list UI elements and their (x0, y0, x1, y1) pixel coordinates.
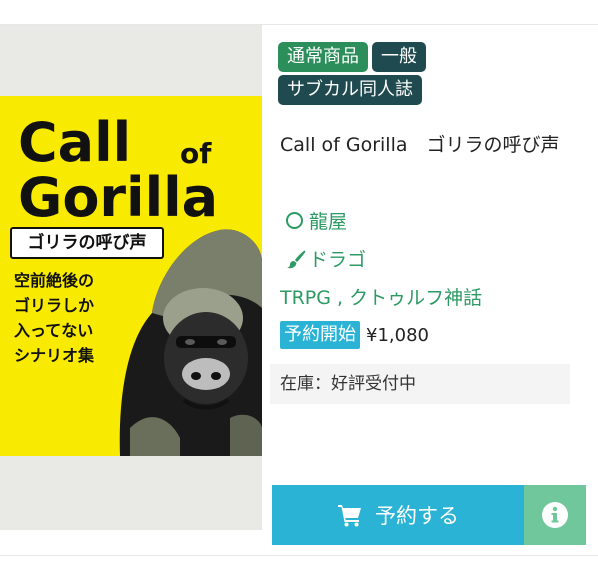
cover-blurb-line: ゴリラしか (14, 296, 95, 315)
cover-blurb-line: 入ってない (14, 321, 94, 340)
cover-blurb: 空前絶後の ゴリラしか 入ってない シナリオ集 (14, 268, 122, 368)
price: ¥1,080 (366, 324, 429, 346)
gorilla-illustration (119, 229, 262, 456)
price-row: 予約開始 ¥1,080 (280, 321, 429, 349)
circle-icon (286, 212, 303, 229)
circle-name: 龍屋 (309, 211, 348, 233)
reserve-button[interactable]: 予約する (272, 485, 524, 545)
tag-general[interactable]: 一般 (372, 42, 426, 72)
genre-links[interactable]: TRPG , クトゥルフ神話 (280, 283, 482, 310)
product-tags: 通常商品 一般 サブカル同人誌 (278, 42, 578, 108)
info-icon (542, 502, 568, 528)
tag-normal-item[interactable]: 通常商品 (278, 42, 368, 72)
cover-title-call: Call (18, 111, 132, 174)
cover-title-gorilla: Gorilla (18, 166, 219, 229)
product-card: Call of Gorilla ゴリラの呼び声 空前絶後の ゴリラしか 入ってな… (0, 25, 598, 555)
stock-status: 在庫：好評受付中 (270, 364, 570, 404)
product-image-panel[interactable]: Call of Gorilla ゴリラの呼び声 空前絶後の ゴリラしか 入ってな… (0, 25, 262, 530)
product-title[interactable]: Call of Gorilla ゴリラの呼び声 (280, 127, 570, 163)
tag-subculture-doujinshi[interactable]: サブカル同人誌 (278, 75, 422, 105)
status-badge: 予約開始 (280, 321, 360, 349)
circle-link[interactable]: 龍屋 (286, 207, 347, 234)
info-button[interactable] (524, 485, 586, 545)
product-cover-image[interactable]: Call of Gorilla ゴリラの呼び声 空前絶後の ゴリラしか 入ってな… (0, 96, 262, 456)
cover-blurb-line: シナリオ集 (14, 346, 95, 365)
author-name: ドラゴ (309, 249, 367, 271)
bottom-divider (0, 555, 598, 556)
cover-blurb-line: 空前絶後の (14, 271, 95, 290)
cover-title-of: of (180, 137, 212, 170)
cart-icon (338, 505, 361, 527)
brush-icon (287, 250, 306, 268)
reserve-button-label: 予約する (375, 504, 459, 528)
author-link[interactable]: ドラゴ (286, 245, 366, 272)
